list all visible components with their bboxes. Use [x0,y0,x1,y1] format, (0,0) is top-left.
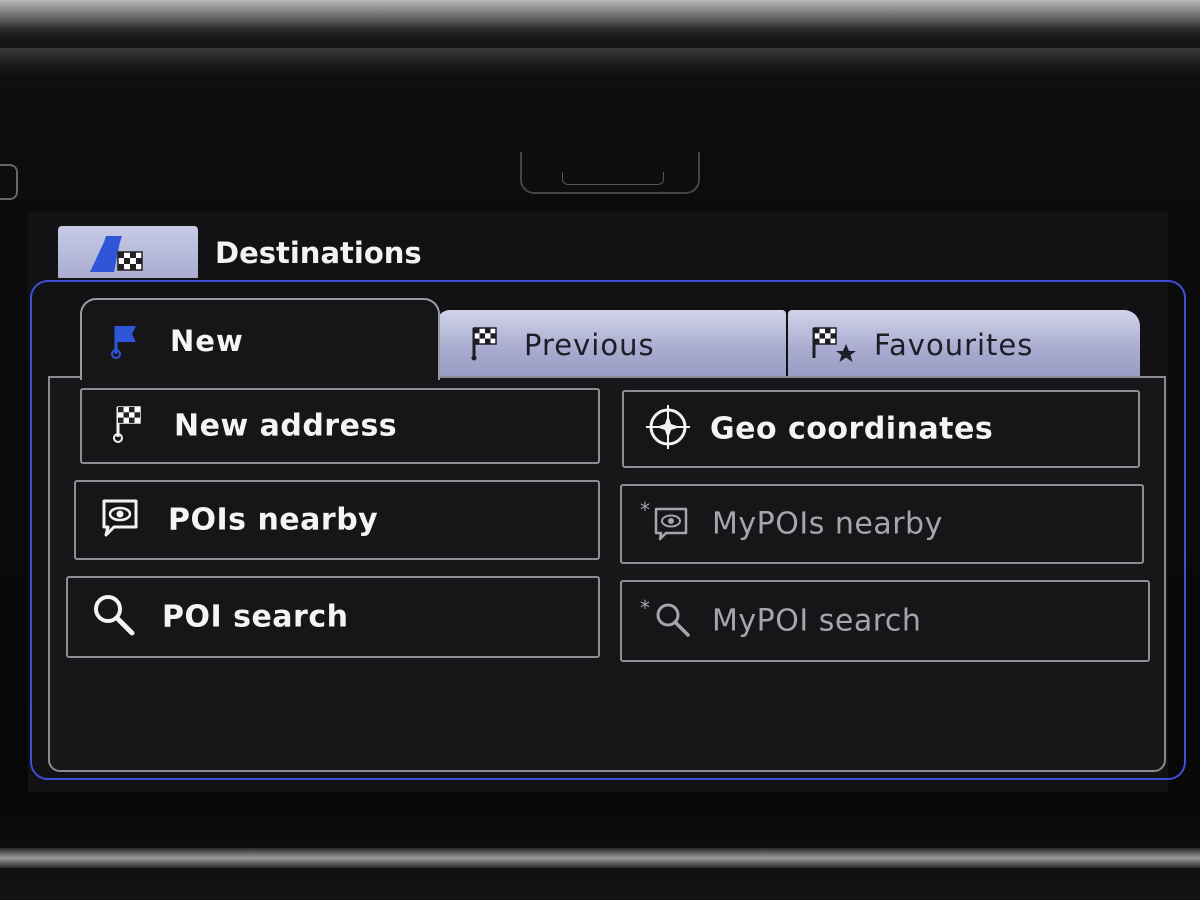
svg-text:*: * [640,501,650,522]
poi-search-button[interactable]: POI search [66,576,600,658]
pois-nearby-label: POIs nearby [168,502,379,538]
chrome-trim-top [0,0,1200,42]
chrome-trim-bottom [0,848,1200,868]
destination-flag-icon [86,234,166,278]
geo-coordinates-label: Geo coordinates [710,411,994,447]
blue-flag-icon [106,320,146,364]
poi-eye-icon [100,497,142,543]
side-control-icon [0,140,26,200]
mypois-nearby-label: MyPOIs nearby [712,506,943,542]
star-search-icon: * [640,596,696,645]
compass-icon [644,403,692,455]
new-address-label: New address [174,408,398,444]
poi-search-label: POI search [162,599,349,635]
checkered-flag-icon [466,324,502,366]
tab-new-label: New [170,324,244,358]
page-title: Destinations [215,236,422,270]
light-sensor [520,152,700,194]
destinations-header-tab [58,226,198,278]
tab-previous[interactable]: Previous [436,310,786,376]
flag-pin-icon [108,403,148,449]
dash-trim [0,48,1200,78]
star-poi-eye-icon: * [640,498,692,547]
search-icon [90,591,138,643]
geo-coordinates-button[interactable]: Geo coordinates [622,390,1140,468]
mypoi-search-label: MyPOI search [712,603,922,639]
mypoi-search-button[interactable]: * MyPOI search [620,580,1150,662]
flags-star-icon [808,324,858,368]
mypois-nearby-button[interactable]: * MyPOIs nearby [620,484,1144,564]
tab-favourites-label: Favourites [874,328,1034,362]
tab-previous-label: Previous [524,328,655,362]
tab-favourites[interactable]: Favourites [788,310,1140,376]
pois-nearby-button[interactable]: POIs nearby [74,480,600,560]
new-address-button[interactable]: New address [80,388,600,464]
tab-new[interactable]: New [80,298,440,380]
svg-text:*: * [640,597,650,620]
